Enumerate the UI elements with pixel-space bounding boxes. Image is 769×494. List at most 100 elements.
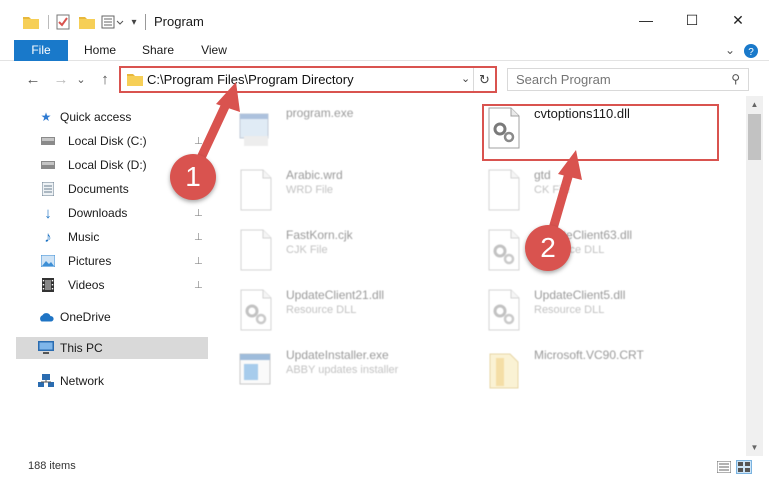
sidebar-item-network[interactable]: Network	[0, 370, 208, 392]
dll-file-icon	[488, 229, 520, 271]
tab-home[interactable]: Home	[76, 40, 124, 61]
address-path: C:\Program Files\Program Directory	[147, 72, 354, 87]
file-type: Resource DLL	[286, 304, 357, 316]
close-button[interactable]: ✕	[715, 0, 761, 40]
file-name: Microsoft.VC90.CRT	[534, 348, 644, 362]
ribbon-expand-icon[interactable]: ⌄	[722, 40, 738, 61]
file-item-updateclient21-dll[interactable]: UpdateClient21.dll Resource DLL	[238, 284, 478, 340]
recent-locations-button[interactable]: ⌄	[74, 68, 88, 90]
search-box[interactable]: ⚲	[507, 68, 749, 91]
tab-view[interactable]: View	[192, 40, 236, 61]
file-type: WRD File	[286, 184, 334, 196]
sidebar-item-label: Network	[60, 374, 105, 388]
drive-icon	[40, 133, 56, 149]
file-list: program.exe cvtoptions110.dll Arabic.wrd…	[210, 96, 746, 456]
scroll-down-icon[interactable]: ▼	[746, 439, 763, 456]
annotation-badge-2: 2	[525, 225, 571, 271]
pictures-icon	[40, 253, 56, 269]
file-name: UpdateInstaller.exe	[286, 348, 389, 362]
file-item-gtd[interactable]: gtd CK File	[486, 164, 726, 220]
item-count: 188 items	[28, 460, 76, 472]
qa-dropdown-icon[interactable]: ▾	[128, 12, 140, 32]
file-icon	[488, 169, 520, 211]
this-pc-icon	[38, 340, 54, 356]
downloads-icon: ↓	[44, 204, 52, 222]
file-name: program.exe	[286, 106, 354, 120]
search-input[interactable]	[508, 69, 718, 90]
pin-icon[interactable]: ⊥	[194, 208, 203, 219]
help-glyph: ?	[748, 47, 754, 58]
title-separator	[145, 14, 146, 30]
tiles-view-icon[interactable]	[736, 460, 752, 474]
file-item-arabic-wrd[interactable]: Arabic.wrd WRD File	[238, 164, 478, 220]
pin-icon[interactable]: ⊥	[194, 280, 203, 291]
tab-file[interactable]: File	[14, 40, 68, 61]
maximize-button[interactable]: ☐	[669, 0, 715, 40]
star-icon: ★	[40, 110, 52, 124]
sidebar-item-label: Documents	[68, 182, 129, 196]
sidebar-item-local-disk-c[interactable]: Local Disk (C:) ⊥	[0, 130, 208, 152]
sidebar-item-onedrive[interactable]: OneDrive	[0, 306, 208, 328]
sidebar-item-label: Pictures	[68, 254, 112, 268]
file-item-updateclient5-dll[interactable]: UpdateClient5.dll Resource DLL	[486, 284, 726, 340]
videos-icon	[40, 277, 56, 293]
title-bar: ▾ Program — ☐ ✕	[0, 0, 769, 40]
file-type: CJK File	[286, 244, 328, 256]
up-button[interactable]: ↑	[94, 68, 116, 90]
tab-share[interactable]: Share	[134, 40, 182, 61]
customize-quick-access-icon[interactable]	[100, 12, 126, 32]
file-item-microsoft-vc90-crt[interactable]: Microsoft.VC90.CRT	[486, 344, 726, 400]
details-view-icon[interactable]	[716, 460, 732, 474]
file-icon	[240, 169, 272, 211]
forward-button[interactable]: →	[50, 68, 72, 90]
file-item-updateinstaller-exe[interactable]: UpdateInstaller.exe ABBY updates install…	[238, 344, 478, 400]
file-item-updateclient63-dll[interactable]: UpdateClient63.dll Resource DLL	[486, 224, 726, 280]
pin-icon[interactable]: ⊥	[194, 136, 203, 147]
refresh-button[interactable]: ↻	[473, 68, 495, 91]
help-icon[interactable]: ?	[742, 40, 760, 61]
sidebar-item-label: Quick access	[60, 110, 132, 124]
sidebar-item-label: Downloads	[68, 206, 128, 220]
file-type: ABBY updates installer	[286, 364, 399, 376]
new-folder-icon[interactable]	[78, 12, 96, 32]
sidebar-item-label: Videos	[68, 278, 105, 292]
file-name: FastKorn.cjk	[286, 228, 353, 242]
scroll-thumb[interactable]	[748, 114, 761, 160]
network-icon	[38, 373, 54, 389]
scroll-up-icon[interactable]: ▲	[746, 96, 763, 113]
sidebar-item-pictures[interactable]: Pictures ⊥	[0, 250, 208, 272]
sidebar-item-quick-access[interactable]: ★ Quick access	[0, 106, 208, 128]
address-bar[interactable]: C:\Program Files\Program Directory ⌄ ↻	[119, 66, 497, 93]
status-bar: 188 items	[0, 456, 769, 480]
installer-icon	[239, 353, 271, 385]
dll-file-icon	[240, 289, 272, 331]
sidebar-item-this-pc[interactable]: This PC	[16, 337, 208, 359]
folder-icon[interactable]	[22, 12, 40, 32]
sidebar-item-music[interactable]: ♪ Music ⊥	[0, 226, 208, 248]
file-highlight-box	[482, 104, 719, 161]
file-name: UpdateClient21.dll	[286, 288, 385, 302]
properties-icon[interactable]	[54, 12, 72, 32]
back-button[interactable]: ←	[22, 68, 44, 90]
minimize-button[interactable]: —	[623, 0, 669, 40]
sidebar-item-label: Music	[68, 230, 100, 244]
pin-icon[interactable]: ⊥	[194, 232, 203, 243]
file-type: CK File	[534, 184, 571, 196]
folder-file-icon	[489, 353, 519, 389]
exe-file-icon	[239, 113, 269, 146]
search-icon[interactable]: ⚲	[731, 72, 740, 86]
navigation-bar: ← → ⌄ ↑ C:\Program Files\Program Directo…	[0, 62, 769, 96]
vertical-scrollbar[interactable]: ▲ ▼	[746, 96, 763, 456]
address-dropdown-icon[interactable]: ⌄	[461, 72, 470, 85]
file-item-fastkorn-cjk[interactable]: FastKorn.cjk CJK File	[238, 224, 478, 280]
pin-icon[interactable]: ⊥	[194, 256, 203, 267]
sidebar-item-videos[interactable]: Videos ⊥	[0, 274, 208, 296]
sidebar-item-downloads[interactable]: ↓ Downloads ⊥	[0, 202, 208, 224]
file-item-program-exe[interactable]: program.exe	[238, 102, 478, 158]
sidebar-item-label: OneDrive	[60, 310, 111, 324]
file-name: UpdateClient5.dll	[534, 288, 626, 302]
window-title: Program	[154, 14, 204, 29]
sidebar-item-label: Local Disk (C:)	[68, 134, 147, 148]
file-type: Resource DLL	[534, 304, 605, 316]
drive-icon	[40, 157, 56, 173]
